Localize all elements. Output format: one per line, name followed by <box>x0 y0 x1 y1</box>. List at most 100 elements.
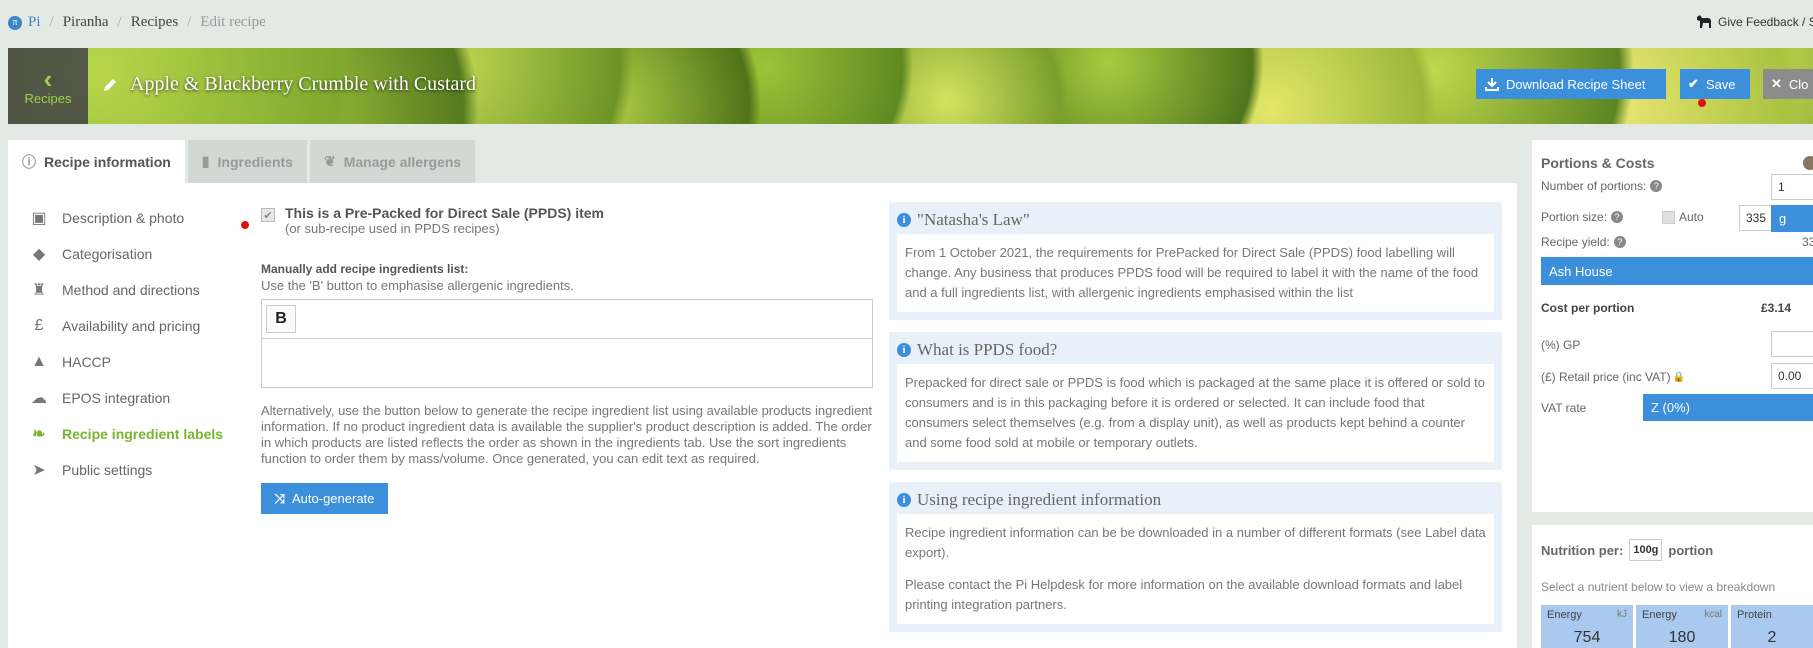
nutrient-unit: kJ <box>1617 609 1627 620</box>
info-icon: ⓘ <box>22 153 36 170</box>
tab-ingredients[interactable]: ▮ Ingredients <box>187 140 307 183</box>
bold-button[interactable]: B <box>266 305 296 333</box>
pencil-icon <box>104 78 116 91</box>
ppds-title: This is a Pre-Packed for Direct Sale (PP… <box>285 205 605 221</box>
nutrient-value: 2 <box>1767 629 1777 646</box>
recipe-title: Apple & Blackberry Crumble with Custard <box>102 73 476 96</box>
paper-plane-icon: ➤ <box>32 462 46 479</box>
mixer-icon: ♜ <box>31 282 47 299</box>
question-icon[interactable]: ? <box>1611 211 1624 223</box>
info-paragraph: Please contact the Pi Helpdesk for more … <box>905 577 1463 612</box>
manual-ingredients-help: Use the 'B' button to emphasise allergen… <box>261 278 574 293</box>
info-title-text: Using recipe ingredient information <box>917 490 1162 509</box>
info-icon: i <box>897 493 911 507</box>
nutrient-tile-protein[interactable]: Protein 2 <box>1731 605 1813 648</box>
portion-size-label: Portion size: ? <box>1541 210 1624 224</box>
nav-haccp[interactable]: ▲ HACCP <box>28 344 228 380</box>
breadcrumb-separator: / <box>117 14 122 30</box>
nutrition-panel: Nutrition per: 100g portion Select a nut… <box>1532 525 1813 648</box>
breadcrumb-separator: / <box>187 14 192 30</box>
top-bar: π Pi / Piranha / Recipes / Edit recipe G… <box>0 0 1813 45</box>
ppds-subtitle: (or sub-recipe used in PPDS recipes) <box>285 221 500 236</box>
help-icon[interactable] <box>1803 156 1813 170</box>
nav-recipe-ingredient-labels[interactable]: ❧ Recipe ingredient labels <box>28 416 228 452</box>
info-paragraph: Prepacked for direct sale or PPDS is foo… <box>905 375 1486 450</box>
breadcrumb-section[interactable]: Recipes <box>131 14 178 31</box>
editor-toolbar: B <box>262 300 872 339</box>
recipe-title-text: Apple & Blackberry Crumble with Custard <box>130 73 477 95</box>
breadcrumb-root[interactable]: Pi <box>28 14 41 31</box>
nutrient-label: Energy <box>1547 609 1582 621</box>
breadcrumb-org[interactable]: Piranha <box>63 14 109 31</box>
save-button[interactable]: ✔ Save <box>1680 69 1750 99</box>
breadcrumb: π Pi / Piranha / Recipes / Edit recipe <box>8 14 266 31</box>
nav-public-settings[interactable]: ➤ Public settings <box>28 452 228 488</box>
checkmark-icon: ✔ <box>1688 76 1699 91</box>
portion-size-text: Portion size: <box>1541 210 1608 224</box>
nav-label: Categorisation <box>62 246 153 262</box>
nav-method-directions[interactable]: ♜ Method and directions <box>28 272 228 308</box>
shuffle-icon: ⤨ <box>274 490 285 506</box>
portions-costs-panel: Portions & Costs Number of portions: ? P… <box>1532 140 1813 512</box>
info-icon: i <box>897 213 911 227</box>
nutrition-help: Select a nutrient below to view a breakd… <box>1541 580 1776 594</box>
recipe-yield-text: Recipe yield: <box>1541 235 1610 249</box>
retail-price-input[interactable] <box>1771 363 1813 389</box>
download-button-label: Download Recipe Sheet <box>1506 76 1646 92</box>
back-to-recipes-button[interactable]: ‹ Recipes <box>8 48 88 124</box>
vat-rate-label: VAT rate <box>1541 401 1586 415</box>
recipe-yield-label: Recipe yield: ? <box>1541 235 1626 249</box>
vat-rate-select[interactable]: Z (0%) <box>1643 394 1813 421</box>
leaf-icon: ❧ <box>32 426 46 443</box>
cost-per-portion-label: Cost per portion <box>1541 301 1635 315</box>
close-button[interactable]: ✕ Clo <box>1763 69 1813 99</box>
nutrition-amount-input[interactable]: 100g <box>1629 539 1663 561</box>
ppds-checkbox[interactable]: ✔ <box>261 208 275 222</box>
num-portions-input[interactable] <box>1771 174 1813 200</box>
info-box-title: i "Natasha's Law" <box>897 206 1494 234</box>
question-icon[interactable]: ? <box>1650 180 1663 192</box>
recipe-tabs: ⓘ Recipe information ▮ Ingredients ❦ Man… <box>8 140 478 183</box>
info-box-natashas-law: i "Natasha's Law" From 1 October 2021, t… <box>889 202 1502 320</box>
right-sidebar: Portions & Costs Number of portions: ? P… <box>1532 140 1813 648</box>
nutrient-tile-energy-kcal[interactable]: Energy kcal 180 <box>1636 605 1728 648</box>
cost-per-portion-row: Cost per portion <box>1541 301 1634 315</box>
nav-description-photo[interactable]: ▣ Description & photo <box>28 200 228 236</box>
nav-label: HACCP <box>62 354 112 370</box>
auto-generate-button[interactable]: ⤨ Auto-generate <box>261 483 388 514</box>
site-value: Ash House <box>1549 263 1613 279</box>
breadcrumb-current: Edit recipe <box>200 14 266 30</box>
download-recipe-sheet-button[interactable]: Download Recipe Sheet <box>1476 69 1666 99</box>
ppds-checkbox-row: ✔ This is a Pre-Packed for Direct Sale (… <box>261 205 881 236</box>
breadcrumb-separator: / <box>49 14 54 30</box>
nav-categorisation[interactable]: ◆ Categorisation <box>28 236 228 272</box>
vat-rate-value: Z (0%) <box>1651 400 1690 415</box>
num-portions-label: Number of portions: ? <box>1541 179 1663 193</box>
info-title-text: "Natasha's Law" <box>917 210 1030 229</box>
nutrient-tile-energy-kj[interactable]: Energy kJ 754 <box>1541 605 1633 648</box>
tab-recipe-information[interactable]: ⓘ Recipe information <box>8 140 185 183</box>
retail-price-text: (£) Retail price (inc VAT) <box>1541 370 1671 384</box>
nav-label: Public settings <box>62 462 153 478</box>
nav-availability-pricing[interactable]: £ Availability and pricing <box>28 308 228 344</box>
ingredients-list-editor: B <box>261 299 873 388</box>
nav-epos-integration[interactable]: ☁ EPOS integration <box>28 380 228 416</box>
nav-label: Recipe ingredient labels <box>62 426 224 442</box>
give-feedback-label: Give Feedback / S <box>1718 15 1813 29</box>
ingredients-text-area[interactable] <box>262 339 872 387</box>
nav-label: Availability and pricing <box>62 318 201 334</box>
gp-input[interactable] <box>1771 331 1813 357</box>
give-feedback-link[interactable]: Give Feedback / S <box>1696 15 1813 29</box>
nutrient-value: 754 <box>1573 629 1601 646</box>
auto-checkbox[interactable] <box>1662 210 1675 224</box>
nutrient-unit: kcal <box>1704 609 1722 620</box>
tab-manage-allergens[interactable]: ❦ Manage allergens <box>309 140 476 183</box>
question-icon[interactable]: ? <box>1613 236 1626 248</box>
unit-select[interactable]: g <box>1771 205 1813 232</box>
site-select[interactable]: Ash House <box>1541 257 1813 285</box>
info-box-body: From 1 October 2021, the requirements fo… <box>897 234 1494 312</box>
info-box-body: Prepacked for direct sale or PPDS is foo… <box>897 364 1494 462</box>
tags-icon: ◆ <box>32 246 46 263</box>
unit-value: g <box>1779 211 1787 226</box>
auto-checkbox-row[interactable]: Auto <box>1662 210 1704 224</box>
